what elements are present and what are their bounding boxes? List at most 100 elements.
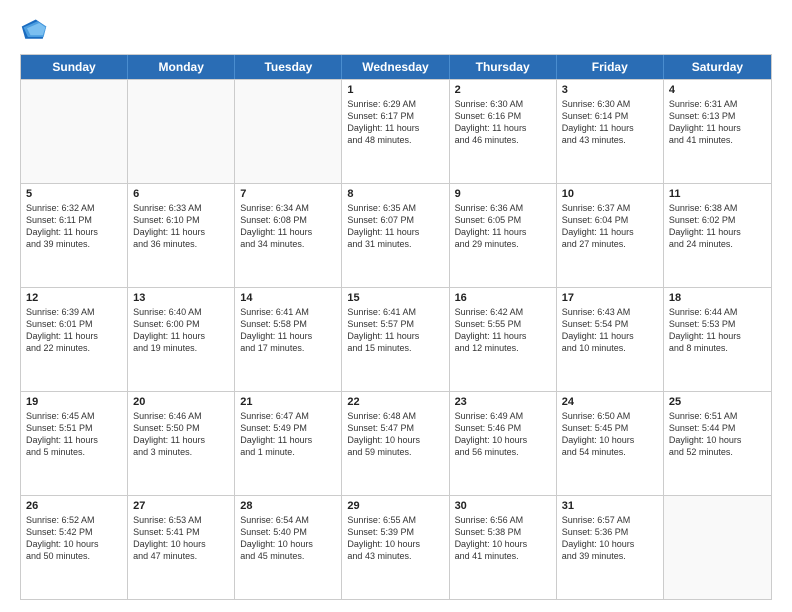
day-number: 6 [133, 188, 229, 200]
day-number: 18 [669, 292, 766, 304]
cell-info: Sunrise: 6:57 AM Sunset: 5:36 PM Dayligh… [562, 514, 658, 563]
weekday-header: Friday [557, 55, 664, 79]
cell-info: Sunrise: 6:33 AM Sunset: 6:10 PM Dayligh… [133, 202, 229, 251]
calendar-row: 12Sunrise: 6:39 AM Sunset: 6:01 PM Dayli… [21, 287, 771, 391]
day-number: 29 [347, 500, 443, 512]
calendar-cell: 15 Sunrise: 6:41 AM Sunset: 5:57 PM Dayli… [342, 288, 449, 391]
weekday-header: Thursday [450, 55, 557, 79]
calendar-cell: 24 Sunrise: 6:50 AM Sunset: 5:45 PM Dayli… [557, 392, 664, 495]
calendar-cell: 4 Sunrise: 6:31 AM Sunset: 6:13 PM Daylig… [664, 80, 771, 183]
day-number: 5 [26, 188, 122, 200]
cell-info: Sunrise: 6:56 AM Sunset: 5:38 PM Dayligh… [455, 514, 551, 563]
page: SundayMondayTuesdayWednesdayThursdayFrid… [0, 0, 792, 612]
day-number: 26 [26, 500, 122, 512]
calendar: SundayMondayTuesdayWednesdayThursdayFrid… [20, 54, 772, 600]
logo-icon [20, 16, 48, 44]
calendar-row: 26 Sunrise: 6:52 AM Sunset: 5:42 PM Dayli… [21, 495, 771, 599]
logo [20, 16, 52, 44]
calendar-cell: 10 Sunrise: 6:37 AM Sunset: 6:04 PM Dayli… [557, 184, 664, 287]
calendar-cell: 2 Sunrise: 6:30 AM Sunset: 6:16 PM Daylig… [450, 80, 557, 183]
calendar-cell: 1 Sunrise: 6:29 AM Sunset: 6:17 PM Daylig… [342, 80, 449, 183]
cell-info: Sunrise: 6:44 AM Sunset: 5:53 PM Dayligh… [669, 306, 766, 355]
calendar-cell: 17Sunrise: 6:43 AM Sunset: 5:54 PM Dayli… [557, 288, 664, 391]
weekday-header: Tuesday [235, 55, 342, 79]
header [20, 16, 772, 44]
calendar-cell: 3 Sunrise: 6:30 AM Sunset: 6:14 PM Daylig… [557, 80, 664, 183]
calendar-cell: 31 Sunrise: 6:57 AM Sunset: 5:36 PM Dayli… [557, 496, 664, 599]
cell-info: Sunrise: 6:42 AM Sunset: 5:55 PM Dayligh… [455, 306, 551, 355]
calendar-row: 1 Sunrise: 6:29 AM Sunset: 6:17 PM Daylig… [21, 79, 771, 183]
calendar-cell: 28Sunrise: 6:54 AM Sunset: 5:40 PM Dayli… [235, 496, 342, 599]
calendar-cell: 18 Sunrise: 6:44 AM Sunset: 5:53 PM Dayli… [664, 288, 771, 391]
calendar-cell: 16 Sunrise: 6:42 AM Sunset: 5:55 PM Dayli… [450, 288, 557, 391]
calendar-cell: 8 Sunrise: 6:35 AM Sunset: 6:07 PM Daylig… [342, 184, 449, 287]
day-number: 11 [669, 188, 766, 200]
cell-info: Sunrise: 6:40 AM Sunset: 6:00 PM Dayligh… [133, 306, 229, 355]
cell-info: Sunrise: 6:49 AM Sunset: 5:46 PM Dayligh… [455, 410, 551, 459]
cell-info: Sunrise: 6:29 AM Sunset: 6:17 PM Dayligh… [347, 98, 443, 147]
day-number: 10 [562, 188, 658, 200]
day-number: 9 [455, 188, 551, 200]
cell-info: Sunrise: 6:46 AM Sunset: 5:50 PM Dayligh… [133, 410, 229, 459]
cell-info: Sunrise: 6:41 AM Sunset: 5:57 PM Dayligh… [347, 306, 443, 355]
cell-info: Sunrise: 6:35 AM Sunset: 6:07 PM Dayligh… [347, 202, 443, 251]
cell-info: Sunrise: 6:55 AM Sunset: 5:39 PM Dayligh… [347, 514, 443, 563]
cell-info: Sunrise: 6:47 AM Sunset: 5:49 PM Dayligh… [240, 410, 336, 459]
day-number: 3 [562, 84, 658, 96]
day-number: 2 [455, 84, 551, 96]
day-number: 31 [562, 500, 658, 512]
day-number: 30 [455, 500, 551, 512]
calendar-cell [128, 80, 235, 183]
cell-info: Sunrise: 6:30 AM Sunset: 6:14 PM Dayligh… [562, 98, 658, 147]
day-number: 27 [133, 500, 229, 512]
calendar-cell: 13 Sunrise: 6:40 AM Sunset: 6:00 PM Dayli… [128, 288, 235, 391]
day-number: 22 [347, 396, 443, 408]
calendar-cell [235, 80, 342, 183]
day-number: 13 [133, 292, 229, 304]
calendar-cell: 23Sunrise: 6:49 AM Sunset: 5:46 PM Dayli… [450, 392, 557, 495]
calendar-cell: 26 Sunrise: 6:52 AM Sunset: 5:42 PM Dayli… [21, 496, 128, 599]
cell-info: Sunrise: 6:36 AM Sunset: 6:05 PM Dayligh… [455, 202, 551, 251]
day-number: 8 [347, 188, 443, 200]
day-number: 16 [455, 292, 551, 304]
calendar-cell: 30 Sunrise: 6:56 AM Sunset: 5:38 PM Dayli… [450, 496, 557, 599]
calendar-cell: 7 Sunrise: 6:34 AM Sunset: 6:08 PM Daylig… [235, 184, 342, 287]
cell-info: Sunrise: 6:52 AM Sunset: 5:42 PM Dayligh… [26, 514, 122, 563]
day-number: 14 [240, 292, 336, 304]
cell-info: Sunrise: 6:38 AM Sunset: 6:02 PM Dayligh… [669, 202, 766, 251]
day-number: 4 [669, 84, 766, 96]
cell-info: Sunrise: 6:34 AM Sunset: 6:08 PM Dayligh… [240, 202, 336, 251]
cell-info: Sunrise: 6:32 AM Sunset: 6:11 PM Dayligh… [26, 202, 122, 251]
calendar-cell [664, 496, 771, 599]
cell-info: Sunrise: 6:30 AM Sunset: 6:16 PM Dayligh… [455, 98, 551, 147]
day-number: 7 [240, 188, 336, 200]
calendar-cell: 19Sunrise: 6:45 AM Sunset: 5:51 PM Dayli… [21, 392, 128, 495]
cell-info: Sunrise: 6:51 AM Sunset: 5:44 PM Dayligh… [669, 410, 766, 459]
cell-info: Sunrise: 6:37 AM Sunset: 6:04 PM Dayligh… [562, 202, 658, 251]
cell-info: Sunrise: 6:39 AM Sunset: 6:01 PM Dayligh… [26, 306, 122, 355]
calendar-cell: 20Sunrise: 6:46 AM Sunset: 5:50 PM Dayli… [128, 392, 235, 495]
cell-info: Sunrise: 6:50 AM Sunset: 5:45 PM Dayligh… [562, 410, 658, 459]
cell-info: Sunrise: 6:48 AM Sunset: 5:47 PM Dayligh… [347, 410, 443, 459]
weekday-header: Saturday [664, 55, 771, 79]
calendar-cell: 6 Sunrise: 6:33 AM Sunset: 6:10 PM Daylig… [128, 184, 235, 287]
day-number: 15 [347, 292, 443, 304]
calendar-cell: 22 Sunrise: 6:48 AM Sunset: 5:47 PM Dayli… [342, 392, 449, 495]
cell-info: Sunrise: 6:41 AM Sunset: 5:58 PM Dayligh… [240, 306, 336, 355]
calendar-header: SundayMondayTuesdayWednesdayThursdayFrid… [21, 55, 771, 79]
cell-info: Sunrise: 6:31 AM Sunset: 6:13 PM Dayligh… [669, 98, 766, 147]
day-number: 1 [347, 84, 443, 96]
calendar-cell: 11 Sunrise: 6:38 AM Sunset: 6:02 PM Dayli… [664, 184, 771, 287]
calendar-cell: 21Sunrise: 6:47 AM Sunset: 5:49 PM Dayli… [235, 392, 342, 495]
calendar-cell: 25 Sunrise: 6:51 AM Sunset: 5:44 PM Dayli… [664, 392, 771, 495]
calendar-cell: 29 Sunrise: 6:55 AM Sunset: 5:39 PM Dayli… [342, 496, 449, 599]
calendar-cell: 5 Sunrise: 6:32 AM Sunset: 6:11 PM Daylig… [21, 184, 128, 287]
day-number: 24 [562, 396, 658, 408]
calendar-cell: 27Sunrise: 6:53 AM Sunset: 5:41 PM Dayli… [128, 496, 235, 599]
day-number: 28 [240, 500, 336, 512]
weekday-header: Wednesday [342, 55, 449, 79]
calendar-cell: 9 Sunrise: 6:36 AM Sunset: 6:05 PM Daylig… [450, 184, 557, 287]
day-number: 25 [669, 396, 766, 408]
calendar-cell: 14 Sunrise: 6:41 AM Sunset: 5:58 PM Dayli… [235, 288, 342, 391]
calendar-row: 19Sunrise: 6:45 AM Sunset: 5:51 PM Dayli… [21, 391, 771, 495]
